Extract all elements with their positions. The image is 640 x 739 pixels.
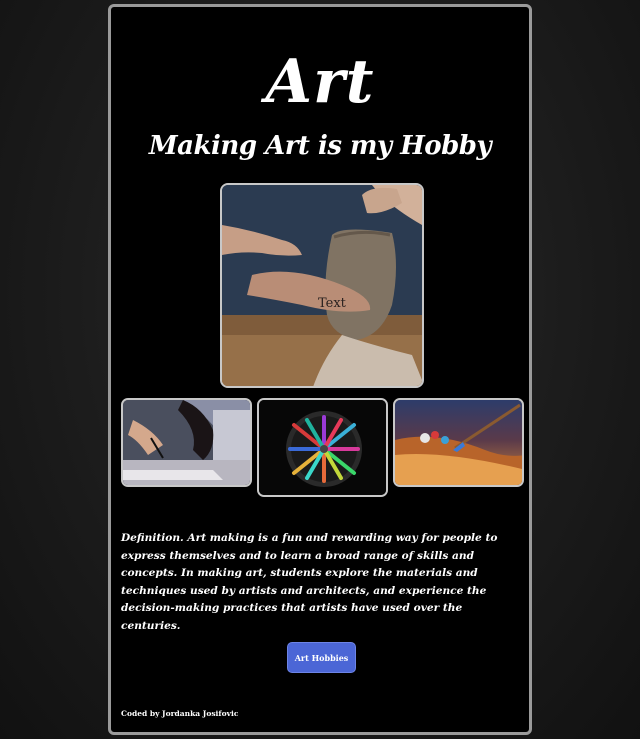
main-image-pottery: Text	[220, 183, 424, 388]
drawing-image	[123, 400, 250, 485]
thumbnail-palette	[393, 398, 524, 487]
palette-image	[395, 400, 522, 485]
page-title: Art	[265, 47, 375, 117]
footer-credit: Coded by Jordanka Josifovic	[121, 709, 239, 718]
page-subtitle: Making Art is my Hobby	[148, 131, 492, 161]
definition-paragraph: Definition. Art making is a fun and rewa…	[121, 532, 498, 632]
thumbnail-pencils	[257, 398, 388, 497]
pencils-image	[259, 400, 386, 495]
art-hobbies-button[interactable]: Art Hobbies	[287, 642, 356, 673]
thumbnail-drawing	[121, 398, 252, 487]
image-caption-text: Text	[318, 296, 346, 311]
main-card: Art Making Art is my Hobby Text Definiti…	[108, 4, 532, 735]
pottery-image	[222, 185, 422, 386]
